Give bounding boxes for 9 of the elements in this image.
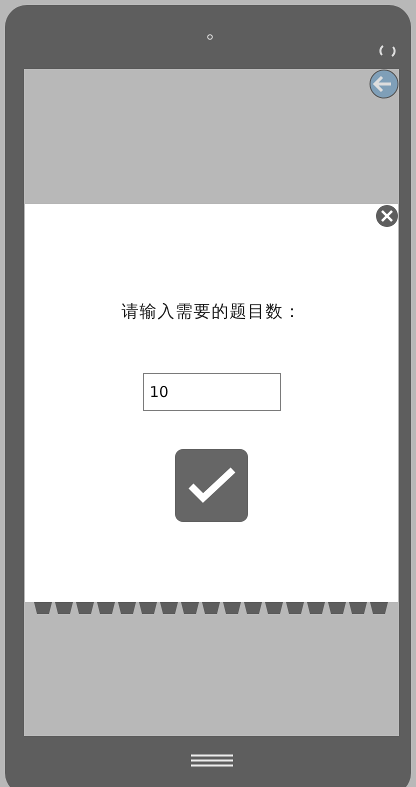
confirm-button[interactable] bbox=[175, 449, 248, 522]
number-input-field[interactable]: 10 bbox=[142, 373, 280, 411]
back-icon[interactable] bbox=[369, 69, 399, 99]
prompt-text: 请输入需要的题目数： bbox=[122, 301, 302, 323]
rotate-icon[interactable] bbox=[379, 43, 397, 59]
menu-icon[interactable] bbox=[190, 754, 232, 767]
camera-icon bbox=[207, 34, 213, 40]
close-icon[interactable] bbox=[375, 204, 399, 228]
checkmark-icon bbox=[186, 466, 236, 506]
